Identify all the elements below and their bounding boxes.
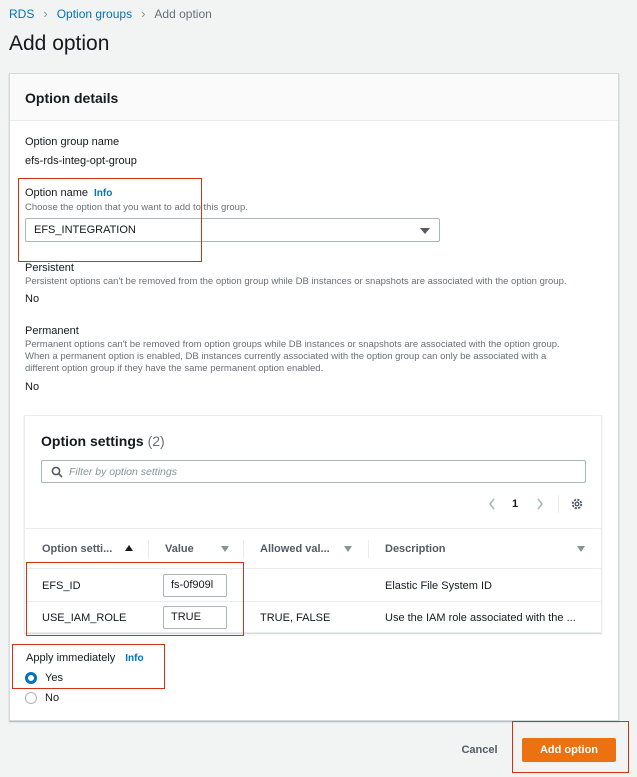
column-value[interactable]: Value	[165, 543, 194, 555]
column-allowed-values[interactable]: Allowed val...	[260, 543, 330, 555]
persistent-description: Persistent options can't be removed from…	[25, 276, 567, 287]
option-settings-count: (2)	[147, 433, 165, 449]
page-number-1[interactable]: 1	[512, 498, 518, 510]
column-divider	[368, 540, 369, 558]
page-title: Add option	[9, 32, 110, 55]
persistent-value: No	[25, 293, 40, 305]
option-group-name-value: efs-rds-integ-opt-group	[25, 155, 137, 167]
permanent-value: No	[25, 381, 40, 393]
sort-icon[interactable]	[577, 546, 585, 552]
permanent-description-line-3: different option group if they have the …	[25, 363, 324, 374]
option-group-name-label: Option group name	[25, 136, 120, 148]
option-settings-title: Option settings (2)	[41, 433, 165, 449]
sort-icon[interactable]	[344, 546, 352, 552]
breadcrumb-rds-link[interactable]: RDS	[9, 7, 34, 21]
column-divider	[243, 540, 244, 558]
chevron-right-icon: ›	[43, 6, 48, 21]
column-description[interactable]: Description	[385, 543, 446, 555]
caret-down-icon	[420, 228, 430, 234]
description-cell: Elastic File System ID	[385, 580, 492, 592]
permanent-description-line-2: When a permanent option is enabled, DB i…	[25, 351, 547, 362]
persistent-label: Persistent	[25, 262, 74, 274]
panel-title: Option details	[25, 90, 119, 106]
permanent-description-line-1: Permanent options can't be removed from …	[25, 339, 560, 350]
chevron-right-icon: ›	[141, 6, 146, 21]
chevron-right-icon[interactable]	[535, 497, 545, 511]
option-settings-title-text: Option settings	[41, 433, 144, 449]
filter-input[interactable]: Filter by option settings	[41, 460, 586, 483]
apply-no-label[interactable]: No	[45, 692, 59, 704]
breadcrumb-current: Add option	[154, 6, 212, 21]
column-divider	[148, 540, 149, 558]
highlight-box-settings	[26, 562, 244, 636]
permanent-label: Permanent	[25, 325, 79, 337]
sort-icon[interactable]	[221, 546, 229, 552]
description-cell: Use the IAM role associated with the ...	[385, 612, 576, 624]
highlight-box-option-name	[18, 178, 202, 262]
highlight-box-add-option	[512, 721, 629, 773]
apply-no-radio[interactable]	[25, 692, 37, 704]
highlight-box-apply	[12, 644, 165, 689]
pager-divider	[558, 495, 559, 513]
filter-placeholder: Filter by option settings	[69, 466, 177, 478]
allowed-values-cell: TRUE, FALSE	[260, 612, 331, 624]
search-icon	[51, 466, 63, 478]
cancel-button[interactable]: Cancel	[452, 739, 507, 761]
sort-ascending-icon[interactable]	[125, 545, 133, 551]
gear-icon[interactable]	[570, 497, 584, 511]
breadcrumb-option-groups-link[interactable]: Option groups	[57, 7, 132, 21]
chevron-left-icon[interactable]	[487, 497, 497, 511]
panel-header: Option details	[10, 74, 618, 121]
column-option-setting[interactable]: Option setti...	[42, 543, 112, 555]
breadcrumb: RDS › Option groups › Add option	[9, 6, 212, 21]
